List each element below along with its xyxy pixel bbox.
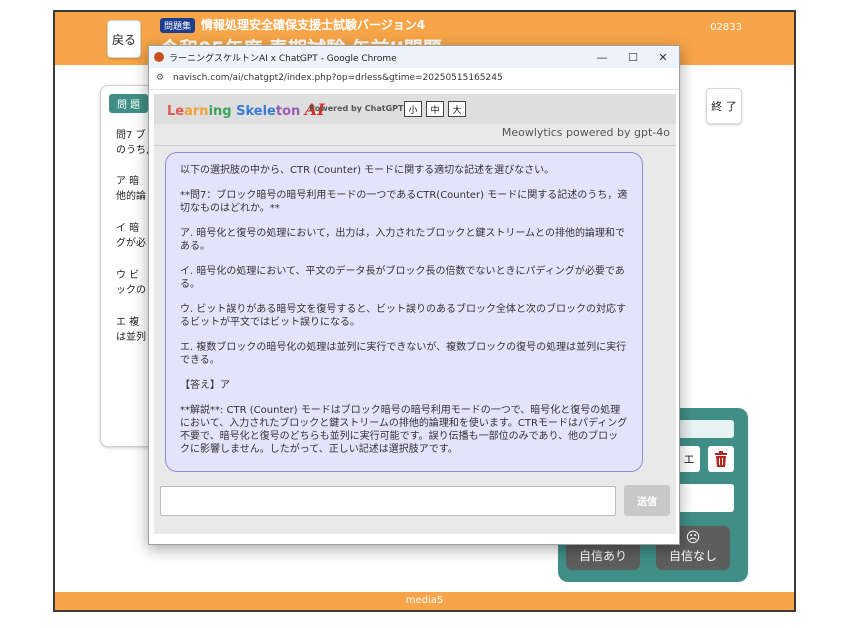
minimize-button[interactable]: — bbox=[587, 48, 617, 66]
trash-icon bbox=[715, 451, 727, 467]
question-line: ウ ビ bbox=[116, 270, 140, 281]
question-line: は並列 bbox=[116, 332, 146, 343]
not-confident-label: 自信なし bbox=[668, 549, 717, 563]
learning-skeleton-logo: Learning Skeleton AI bbox=[167, 100, 325, 119]
question-line: ックの bbox=[116, 285, 146, 296]
question-line: グが必 bbox=[116, 238, 146, 249]
powered-by-label: Powered by ChatGPT bbox=[309, 104, 404, 113]
response-paragraph: ア. 暗号化と復号の処理において，出力は，入力されたブロックと鍵ストリームとの排… bbox=[180, 228, 625, 252]
send-button[interactable]: 送信 bbox=[624, 485, 670, 516]
response-paragraph: エ. 複数ブロックの暗号化の処理は並列に実行できないが、複数ブロックの復号の処理… bbox=[180, 342, 627, 366]
exam-title: 情報処理安全確保支援士試験バージョン4 bbox=[201, 18, 426, 32]
response-paragraph: **問7：ブロック暗号の暗号利用モードの一つであるCTR(Counter) モー… bbox=[180, 190, 628, 214]
back-button[interactable]: 戻る bbox=[107, 20, 141, 58]
choice-e-button[interactable]: エ bbox=[678, 446, 700, 472]
chrome-popup-window: ラーニングスケルトンAI x ChatGPT - Google Chrome —… bbox=[148, 45, 680, 545]
end-button[interactable]: 終 了 bbox=[706, 88, 742, 124]
font-size-large-button[interactable]: 大 bbox=[448, 101, 466, 117]
question-line: 他的論 bbox=[116, 191, 146, 202]
delete-button[interactable] bbox=[708, 446, 734, 472]
confident-label: 自信あり bbox=[578, 549, 627, 563]
response-paragraph: **解説**: CTR (Counter) モードはブロック暗号の暗号利用モード… bbox=[180, 405, 628, 455]
window-titlebar[interactable]: ラーニングスケルトンAI x ChatGPT - Google Chrome —… bbox=[149, 46, 679, 68]
response-paragraph: イ. 暗号化の処理において、平文のデータ長がブロック長の倍数でないときにパディン… bbox=[180, 266, 625, 290]
maximize-button[interactable]: ☐ bbox=[618, 48, 648, 66]
response-paragraph: 【答え】ア bbox=[180, 380, 230, 391]
timer: 02833 bbox=[710, 22, 742, 33]
divider bbox=[154, 145, 676, 146]
question-line: ア 暗 bbox=[116, 176, 140, 187]
url-bar[interactable]: ⚙ navisch.com/ai/chatgpt2/index.php?op=d… bbox=[149, 68, 679, 90]
question-label: 問 題 bbox=[109, 94, 149, 113]
question-line: イ 暗 bbox=[116, 223, 140, 234]
font-size-small-button[interactable]: 小 bbox=[404, 101, 422, 117]
question-line: のうち, bbox=[116, 145, 150, 156]
question-line: エ 複 bbox=[116, 317, 140, 328]
font-size-medium-button[interactable]: 中 bbox=[426, 101, 444, 117]
site-settings-icon[interactable]: ⚙ bbox=[156, 73, 164, 83]
collection-badge: 問題集 bbox=[160, 18, 196, 33]
app-footer: media5 bbox=[55, 592, 794, 610]
model-label: Meowlytics powered by gpt-4o bbox=[501, 126, 670, 139]
question-line: 問7 ブ bbox=[116, 130, 146, 141]
tool-topbar bbox=[678, 420, 734, 438]
tool-field[interactable] bbox=[678, 484, 734, 512]
chat-response-box: 以下の選択肢の中から、CTR (Counter) モードに関する適切な記述を選び… bbox=[165, 152, 643, 472]
chat-page: Learning Skeleton AI Powered by ChatGPT … bbox=[154, 94, 676, 534]
favicon-icon bbox=[154, 52, 164, 62]
response-paragraph: ウ. ビット誤りがある暗号文を復号すると、ビット誤りのあるブロック全体と次のブロ… bbox=[180, 304, 626, 328]
message-input[interactable] bbox=[160, 486, 616, 516]
url-text: navisch.com/ai/chatgpt2/index.php?op=drl… bbox=[173, 73, 503, 83]
window-title: ラーニングスケルトンAI x ChatGPT - Google Chrome bbox=[169, 54, 397, 64]
chat-header: Learning Skeleton AI Powered by ChatGPT … bbox=[154, 94, 676, 124]
close-button[interactable]: ✕ bbox=[648, 48, 678, 66]
response-paragraph: 以下の選択肢の中から、CTR (Counter) モードに関する適切な記述を選び… bbox=[180, 165, 555, 176]
